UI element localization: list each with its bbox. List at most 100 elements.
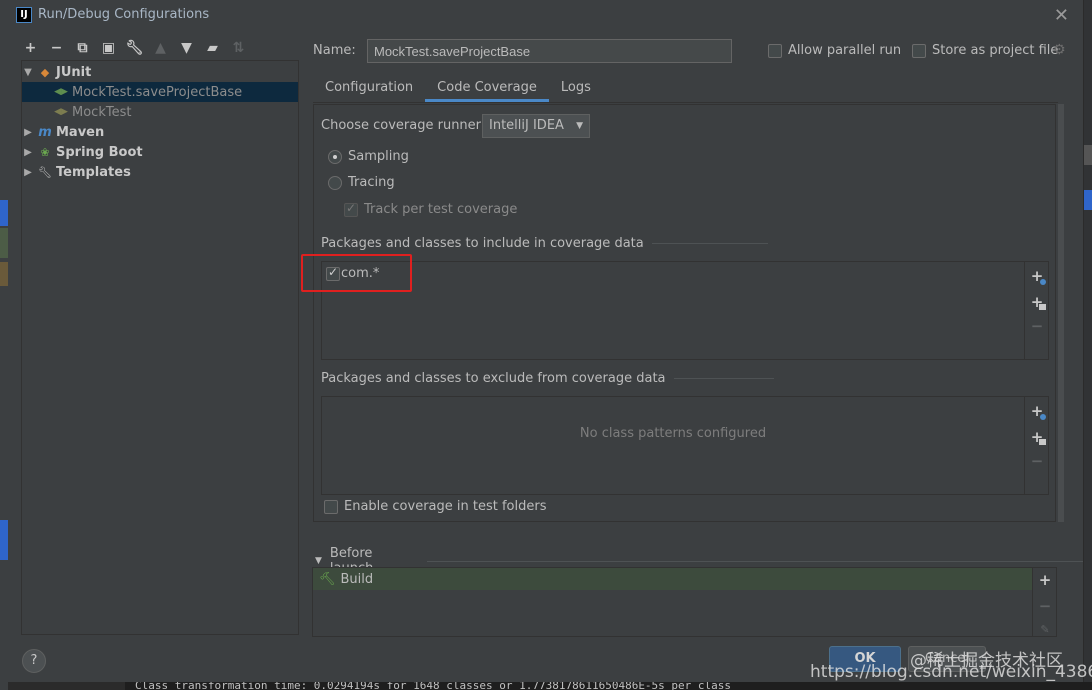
tree-item-label: Maven	[56, 124, 105, 140]
include-section-label: Packages and classes to include in cover…	[321, 236, 644, 251]
copy-icon[interactable]: ⧉	[74, 40, 91, 57]
config-toolbar: + − ⧉ ▣ 🔧︎ ▲ ▼ ▰ ⇅	[22, 38, 247, 58]
exclude-section-label: Packages and classes to exclude from cov…	[321, 371, 666, 386]
tree-item-junit[interactable]: ▼ ◆ JUnit	[22, 62, 298, 82]
highlight-box	[301, 254, 412, 292]
move-down-icon[interactable]: ▼	[178, 40, 195, 57]
exclude-empty-text: No class patterns configured	[579, 426, 767, 441]
window-title: Run/Debug Configurations	[38, 7, 210, 22]
tracing-radio[interactable]	[328, 175, 342, 190]
tab-code-coverage[interactable]: Code Coverage	[425, 76, 549, 102]
tree-item-maven[interactable]: ▶ m Maven	[22, 122, 298, 142]
before-launch-item-label: Build	[340, 571, 374, 587]
edit-icon[interactable]: ✎	[1037, 622, 1053, 638]
track-per-test-label: Track per test coverage	[364, 202, 518, 217]
enable-test-folders-option[interactable]: Enable coverage in test folders	[324, 499, 547, 514]
tracing-label: Tracing	[348, 175, 395, 190]
config-tabs: Configuration Code Coverage Logs	[313, 76, 603, 102]
add-package-icon[interactable]: +	[1029, 294, 1046, 310]
configuration-tree: ▼ ◆ JUnit ◀▶ MockTest.saveProjectBase ◀▶…	[21, 60, 299, 635]
gear-icon[interactable]: ⚙	[1053, 42, 1066, 58]
allow-parallel-run-checkbox[interactable]	[768, 43, 782, 58]
tree-item-templates[interactable]: ▶ 🔧︎ Templates	[22, 162, 298, 182]
tree-item-label: MockTest.saveProjectBase	[72, 84, 243, 100]
tree-item-spring-boot[interactable]: ▶ ❀ Spring Boot	[22, 142, 298, 162]
remove-icon[interactable]: −	[1029, 318, 1045, 334]
track-per-test-option[interactable]: Track per test coverage	[344, 201, 518, 217]
chevron-right-icon[interactable]: ▶	[22, 147, 34, 158]
maven-icon: m	[38, 124, 52, 140]
intellij-app-icon: IJ	[16, 7, 32, 23]
include-list: com.* + + −	[321, 261, 1049, 360]
tree-item-label: JUnit	[56, 64, 92, 80]
coverage-runner-value: IntelliJ IDEA	[489, 118, 564, 133]
store-as-project-file-label: Store as project file	[932, 43, 1059, 58]
console-output: Class transformation time: 0.0294194s fo…	[125, 682, 1092, 690]
section-rule	[426, 560, 1083, 562]
wrench-icon[interactable]: 🔧︎	[126, 40, 144, 57]
enable-test-folders-checkbox[interactable]	[324, 499, 338, 514]
sampling-radio[interactable]	[328, 149, 342, 164]
tree-item-label: Spring Boot	[56, 144, 143, 160]
tree-item-label: Templates	[56, 164, 131, 180]
coverage-runner-select[interactable]: IntelliJ IDEA ▼	[482, 114, 590, 138]
title-bar: IJ Run/Debug Configurations ✕	[8, 0, 1083, 30]
track-per-test-checkbox[interactable]	[344, 201, 358, 217]
allow-parallel-run-option[interactable]: Allow parallel run	[768, 43, 901, 58]
chevron-right-icon[interactable]: ▶	[22, 127, 34, 138]
close-icon[interactable]: ✕	[1054, 5, 1069, 26]
add-icon[interactable]: +	[1037, 572, 1053, 588]
tab-configuration[interactable]: Configuration	[313, 76, 425, 102]
panel-scrollbar[interactable]	[1058, 104, 1064, 522]
name-label: Name:	[313, 43, 356, 58]
name-input[interactable]	[367, 39, 732, 63]
help-button[interactable]: ?	[22, 649, 46, 673]
chevron-down-icon: ▼	[315, 556, 322, 566]
chevron-down-icon: ▼	[576, 121, 583, 131]
junit-icon: ◆	[40, 65, 50, 79]
coverage-runner-label: Choose coverage runner:	[321, 118, 486, 133]
tracing-option[interactable]: Tracing	[328, 175, 395, 190]
allow-parallel-run-label: Allow parallel run	[788, 43, 902, 58]
test-config-icon: ◀▶	[54, 107, 68, 117]
store-as-project-file-checkbox[interactable]	[912, 43, 926, 58]
add-package-icon[interactable]: +	[1029, 429, 1046, 445]
spring-boot-icon: ❀	[40, 145, 50, 159]
run-debug-dialog: IJ Run/Debug Configurations ✕ + − ⧉ ▣ 🔧︎…	[8, 0, 1084, 682]
hammer-icon: 🔨︎	[319, 571, 336, 587]
folder-icon[interactable]: ▰	[204, 40, 221, 57]
add-class-icon[interactable]: +	[1029, 268, 1046, 285]
exclude-list: No class patterns configured + + −	[321, 396, 1049, 495]
remove-icon[interactable]: −	[48, 40, 65, 57]
sampling-label: Sampling	[348, 149, 409, 164]
include-section-title: Packages and classes to include in cover…	[321, 236, 768, 251]
sampling-option[interactable]: Sampling	[328, 149, 409, 164]
enable-test-folders-label: Enable coverage in test folders	[344, 499, 547, 514]
sort-icon[interactable]: ⇅	[230, 40, 247, 57]
section-rule	[673, 378, 774, 379]
test-config-icon: ◀▶	[54, 87, 68, 97]
ide-left-edge	[0, 0, 8, 690]
save-icon[interactable]: ▣	[100, 40, 117, 57]
exclude-actions: + + −	[1024, 397, 1048, 494]
watermark-csdn: https://blog.csdn.net/weixin_43868242	[810, 662, 1092, 682]
before-launch-item[interactable]: 🔨︎ Build	[313, 568, 1033, 590]
include-actions: + + −	[1024, 262, 1048, 359]
remove-icon[interactable]: −	[1037, 598, 1053, 614]
tree-item-mocktest-saveprojectbase[interactable]: ◀▶ MockTest.saveProjectBase	[22, 82, 298, 102]
before-launch-list: 🔨︎ Build + − ✎	[312, 567, 1057, 637]
wrench-icon: 🔧︎	[38, 165, 52, 179]
move-up-icon[interactable]: ▲	[152, 40, 169, 57]
tab-logs[interactable]: Logs	[549, 76, 603, 102]
add-class-icon[interactable]: +	[1029, 403, 1046, 420]
tree-item-mocktest[interactable]: ◀▶ MockTest	[22, 102, 298, 122]
remove-icon[interactable]: −	[1029, 453, 1045, 469]
exclude-section-title: Packages and classes to exclude from cov…	[321, 371, 774, 386]
tab-divider	[313, 102, 1058, 103]
tree-item-label: MockTest	[72, 104, 132, 120]
store-as-project-file-option[interactable]: Store as project file	[912, 43, 1058, 58]
chevron-down-icon[interactable]: ▼	[22, 67, 34, 78]
before-launch-actions: + − ✎	[1032, 568, 1056, 636]
add-icon[interactable]: +	[22, 40, 39, 57]
chevron-right-icon[interactable]: ▶	[22, 167, 34, 178]
